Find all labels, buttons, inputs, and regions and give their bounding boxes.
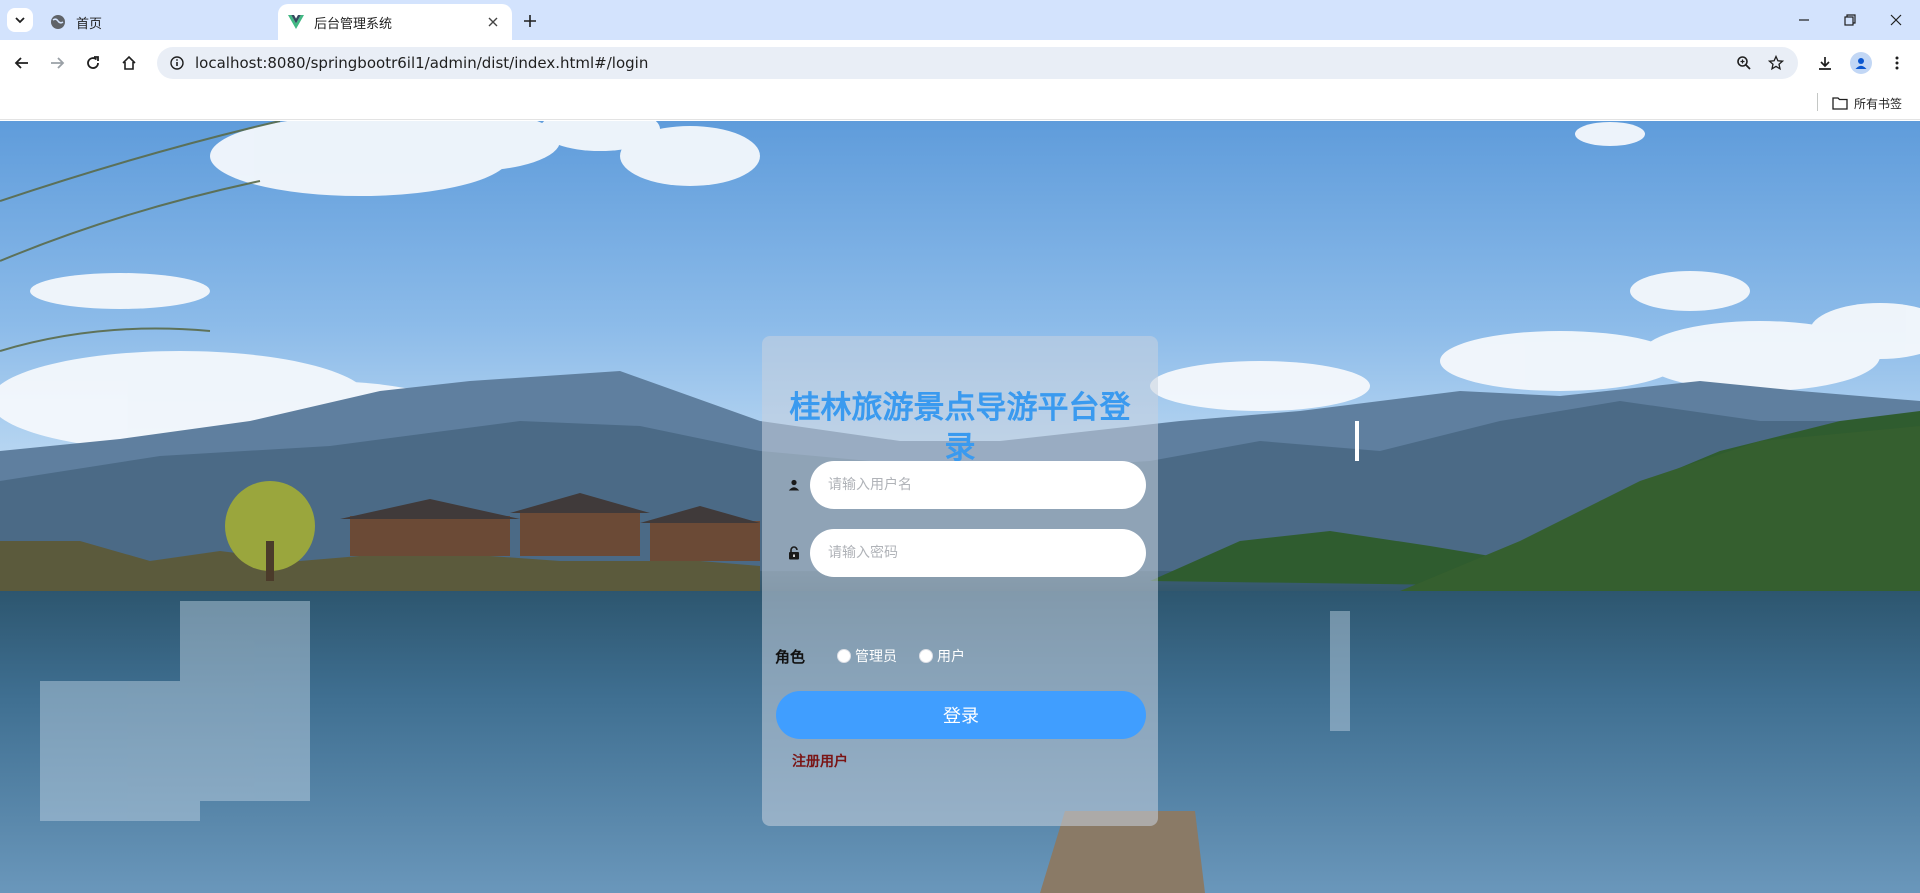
bookmarks-bar: 所有书签 (0, 85, 1920, 120)
all-bookmarks-label: 所有书签 (1854, 96, 1903, 111)
new-tab-button[interactable] (518, 9, 542, 33)
person-icon (1855, 58, 1867, 69)
browser-toolbar: localhost:8080/springbootr6il1/admin/dis… (0, 40, 1920, 85)
url-text[interactable]: localhost:8080/springbootr6il1/admin/dis… (195, 54, 1798, 72)
role-label: 角色 (775, 647, 806, 666)
menu-button[interactable] (1884, 50, 1910, 76)
reload-icon (87, 56, 99, 69)
profile-button[interactable] (1848, 50, 1874, 76)
login-form-card: 桂林旅游景点导游平台登录 角色 管理员 用户 登录 注册用 (762, 336, 1158, 826)
minimize-icon (1799, 19, 1809, 21)
arrow-right-icon (51, 57, 65, 69)
username-input[interactable] (810, 461, 1146, 509)
avatar (1850, 52, 1872, 74)
divider (1817, 93, 1818, 111)
downloads-button[interactable] (1812, 50, 1838, 76)
login-button[interactable]: 登录 (776, 691, 1146, 739)
back-button[interactable] (9, 50, 35, 76)
address-bar[interactable]: localhost:8080/springbootr6il1/admin/dis… (157, 47, 1798, 79)
tab-title: 后台管理系统 (314, 16, 393, 32)
bookmark-star-button[interactable] (1763, 50, 1789, 76)
radio-circle[interactable] (919, 649, 933, 663)
password-input[interactable] (810, 529, 1146, 577)
username-row (776, 461, 1146, 509)
user-icon (786, 476, 802, 494)
role-radio-user[interactable]: 用户 (919, 646, 965, 666)
restore-icon (1844, 14, 1856, 26)
download-icon (1819, 57, 1831, 70)
vue-logo-icon (288, 15, 304, 29)
site-info-icon[interactable] (167, 53, 187, 73)
tab-title: 首页 (76, 16, 103, 32)
forward-button[interactable] (44, 50, 70, 76)
reload-button[interactable] (80, 50, 106, 76)
chevron-down-icon (15, 17, 25, 24)
minimize-button[interactable] (1786, 6, 1822, 34)
restore-button[interactable] (1832, 6, 1868, 34)
radio-circle[interactable] (837, 649, 851, 663)
arrow-left-icon (14, 57, 28, 69)
home-icon (122, 55, 136, 70)
plus-icon (524, 15, 536, 27)
login-title: 桂林旅游景点导游平台登录 (789, 390, 1131, 466)
role-option-label: 用户 (937, 649, 965, 665)
tab-search-button[interactable] (7, 8, 33, 32)
register-link[interactable]: 注册用户 (792, 751, 848, 771)
lock-icon (786, 544, 802, 562)
zoom-icon (1737, 56, 1751, 70)
home-button[interactable] (116, 50, 142, 76)
role-radio-admin[interactable]: 管理员 (837, 646, 897, 666)
folder-icon (1832, 97, 1848, 110)
tab-bar: 首页 后台管理系统 (0, 0, 1920, 40)
zoom-button[interactable] (1731, 50, 1757, 76)
close-icon (1890, 14, 1902, 26)
login-page: 桂林旅游景点导游平台登录 角色 管理员 用户 登录 注册用 (0, 121, 1920, 893)
role-option-label: 管理员 (855, 649, 897, 665)
star-icon (1768, 55, 1784, 71)
tab-admin[interactable]: 后台管理系统 (278, 4, 512, 40)
more-vert-icon (1895, 56, 1899, 70)
close-window-button[interactable] (1878, 6, 1914, 34)
role-selector: 角色 管理员 用户 (775, 644, 1145, 668)
globe-icon (51, 15, 65, 29)
close-icon[interactable] (484, 13, 502, 31)
all-bookmarks-button[interactable]: 所有书签 (1832, 92, 1902, 114)
password-row (776, 529, 1146, 577)
